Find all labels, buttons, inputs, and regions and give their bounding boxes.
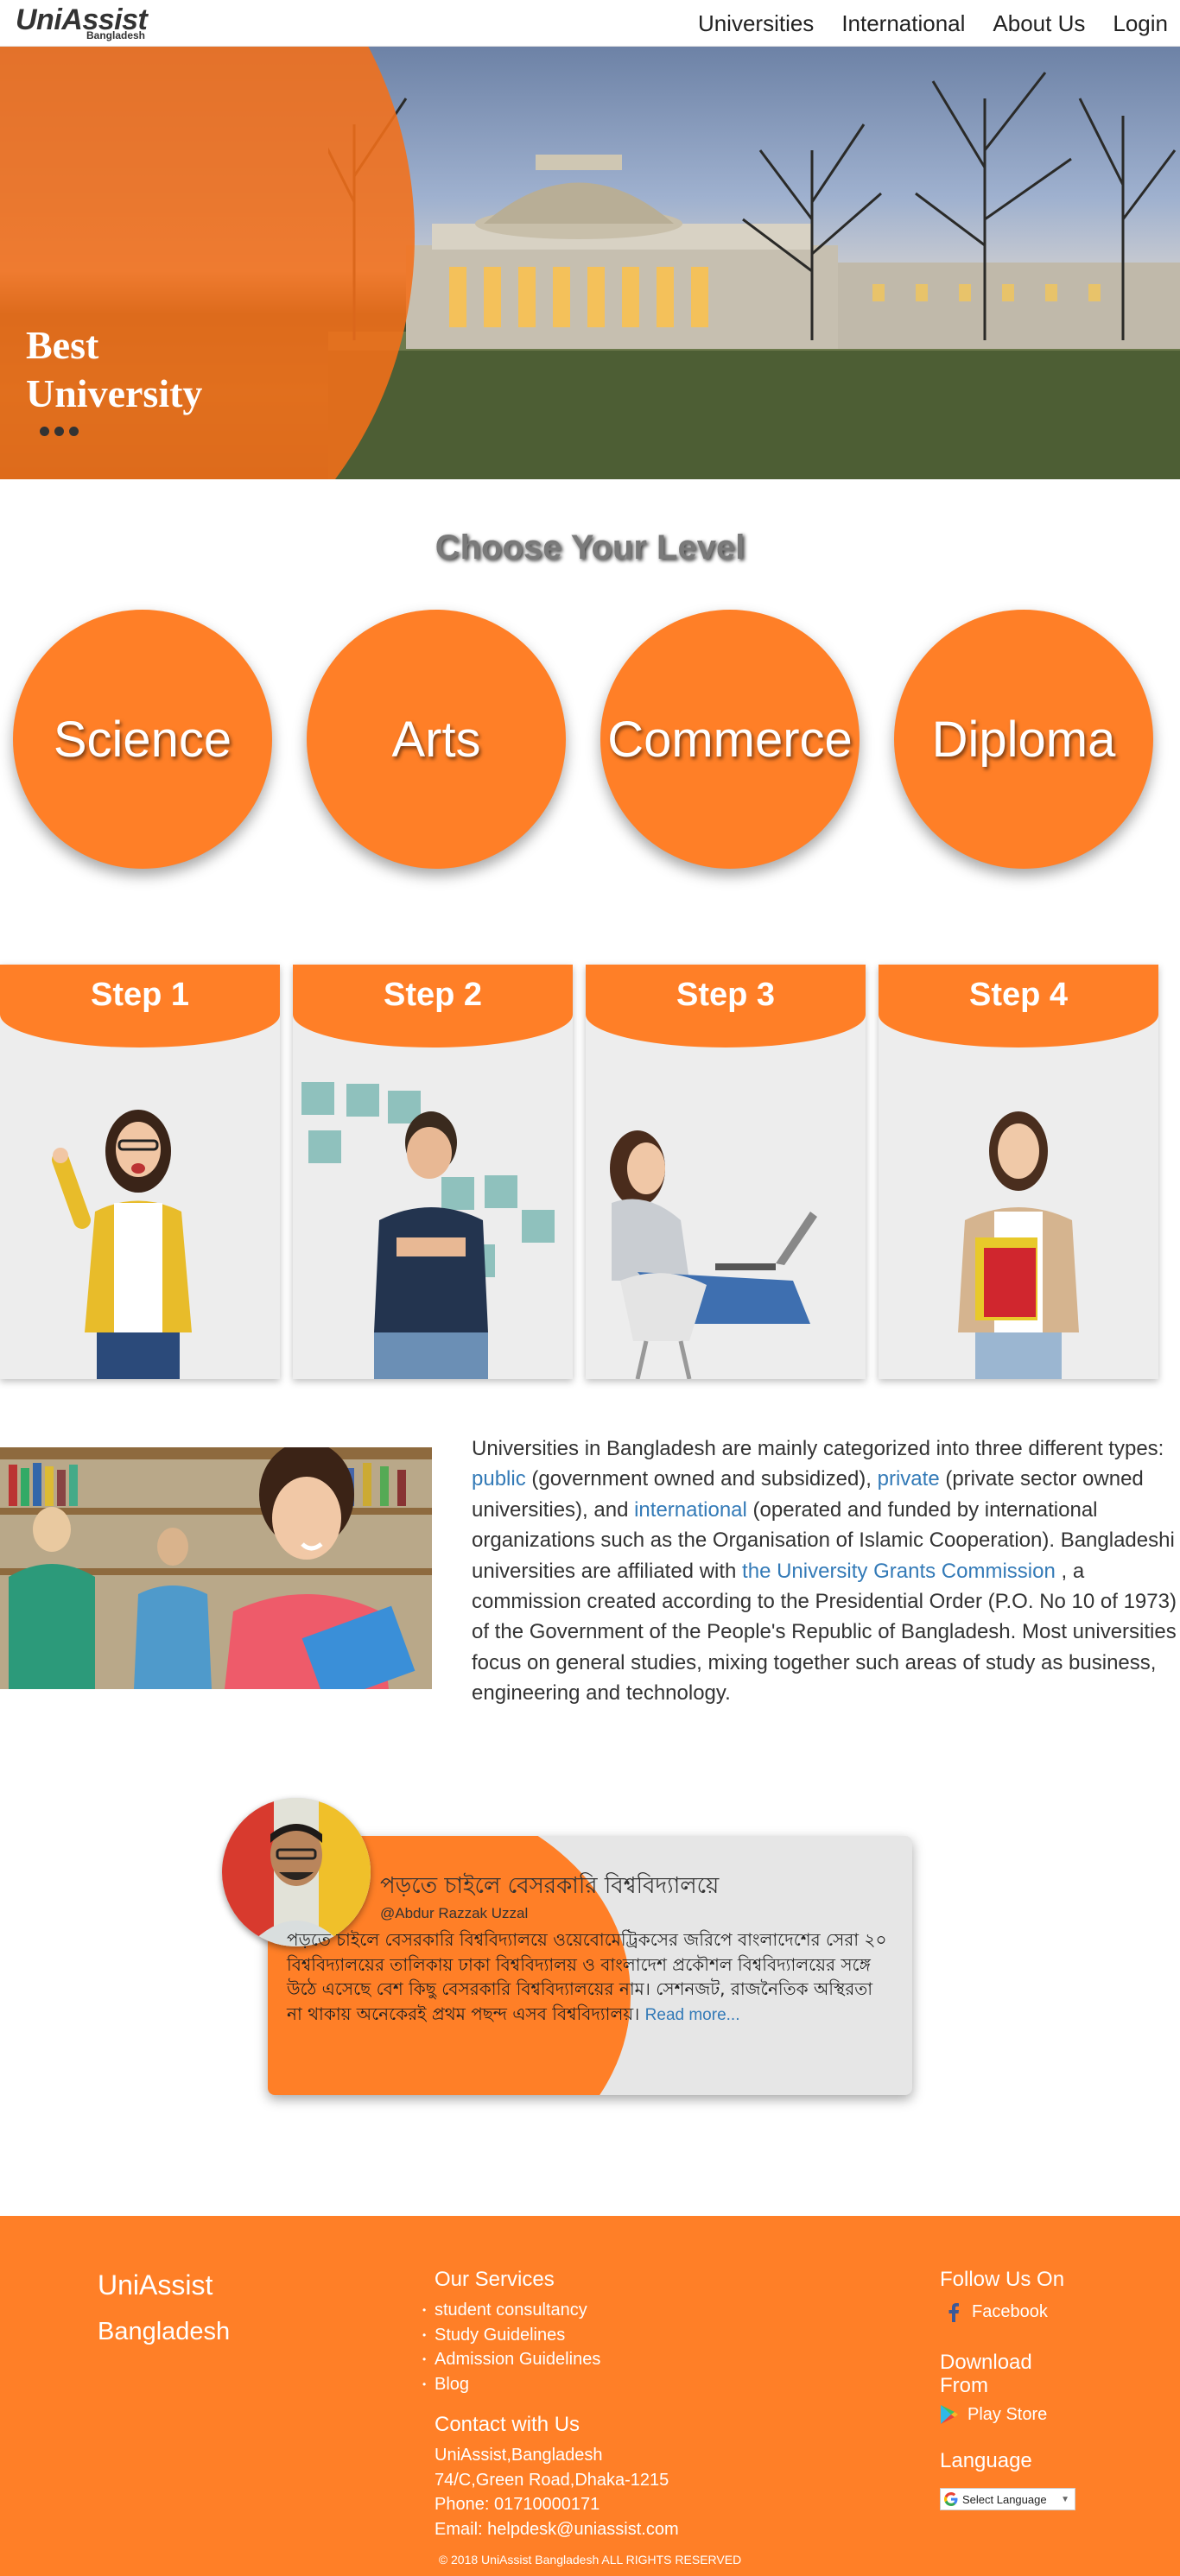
level-label: Diploma xyxy=(931,711,1116,768)
link-public[interactable]: public xyxy=(472,1467,526,1491)
nav-link-about-us[interactable]: About Us xyxy=(993,10,1085,37)
carousel-dot[interactable] xyxy=(40,427,49,436)
level-button-diploma[interactable]: Diploma xyxy=(894,610,1153,869)
copyright: © 2018 UniAssist Bangladesh ALL RIGHTS R… xyxy=(438,2553,742,2567)
language-select[interactable]: Select Language ▼ xyxy=(940,2488,1075,2510)
site-logo[interactable]: UniAssist Bangladesh xyxy=(16,3,167,43)
link-private[interactable]: private xyxy=(878,1467,940,1491)
step-label: Step 2 xyxy=(383,977,483,1013)
facebook-icon xyxy=(948,2302,959,2322)
universities-description: Universities in Bangladesh are mainly ca… xyxy=(472,1437,1177,1706)
carousel-indicators xyxy=(40,427,79,436)
students-library-photo xyxy=(0,1447,432,1689)
article-excerpt: পড়তে চাইলে বেসরকারি বিশ্ববিদ্যালয়ে ওয়… xyxy=(287,1929,887,2024)
level-section-title: Choose Your Level xyxy=(435,528,745,566)
google-g-icon xyxy=(944,2492,958,2506)
step-card-3[interactable]: Step 3 xyxy=(586,965,866,1379)
footer-brand-name: UniAssist xyxy=(98,2269,213,2301)
nav-links: Universities International About Us Logi… xyxy=(698,10,1168,37)
contact-info: UniAssist,Bangladesh 74/C,Green Road,Dha… xyxy=(435,2443,679,2541)
navbar: UniAssist Bangladesh Universities Intern… xyxy=(0,0,1180,47)
service-link[interactable]: student consultancy xyxy=(422,2298,600,2323)
services-list: student consultancy Study Guidelines Adm… xyxy=(422,2298,600,2397)
link-ugc[interactable]: the University Grants Commission xyxy=(742,1560,1056,1583)
link-international[interactable]: international xyxy=(634,1498,747,1522)
service-link[interactable]: Study Guidelines xyxy=(422,2323,600,2348)
step-4-illustration xyxy=(958,1111,1079,1379)
follow-heading: Follow Us On xyxy=(940,2268,1065,2291)
hero-campus-image xyxy=(328,72,1180,479)
play-store-icon xyxy=(941,2405,958,2424)
play-store-link[interactable]: Play Store xyxy=(940,2404,1047,2425)
service-link[interactable]: Admission Guidelines xyxy=(422,2347,600,2372)
dropdown-arrow-icon: ▼ xyxy=(1061,2494,1069,2504)
step-1-illustration xyxy=(52,1110,192,1379)
nav-link-universities[interactable]: Universities xyxy=(698,10,814,37)
step-label: Step 4 xyxy=(968,977,1069,1013)
contact-phone: Phone: 01710000171 xyxy=(435,2495,600,2514)
level-label: Commerce xyxy=(607,711,853,768)
hero-title-line1: Best xyxy=(26,323,99,367)
nav-link-international[interactable]: International xyxy=(841,10,965,37)
step-card-4[interactable]: Step 4 xyxy=(879,965,1158,1379)
contact-heading: Contact with Us xyxy=(435,2413,580,2436)
facebook-link[interactable]: Facebook xyxy=(948,2302,1048,2322)
level-button-science[interactable]: Science xyxy=(13,610,272,869)
article-author: @Abdur Razzak Uzzal xyxy=(380,1905,529,1921)
article-title[interactable]: পড়তে চাইলে বেসরকারি বিশ্ববিদ্যালয়ে xyxy=(380,1868,719,1906)
carousel-dot[interactable] xyxy=(54,427,64,436)
facebook-label: Facebook xyxy=(972,2302,1048,2321)
footer: UniAssist Bangladesh Our Services studen… xyxy=(0,2216,1180,2576)
services-heading: Our Services xyxy=(435,2268,555,2291)
author-avatar xyxy=(222,1798,371,1946)
hero-title-line2: University xyxy=(26,371,203,415)
step-label: Step 3 xyxy=(676,977,776,1013)
hero-banner: Best University xyxy=(0,47,1180,479)
contact-email: Email: helpdesk@uniassist.com xyxy=(435,2519,679,2539)
nav-link-login[interactable]: Login xyxy=(1113,10,1168,37)
play-store-label: Play Store xyxy=(967,2404,1048,2424)
download-heading: Download From xyxy=(940,2351,1032,2397)
service-link[interactable]: Blog xyxy=(422,2372,600,2397)
hero-title: Best University xyxy=(26,321,202,418)
level-label: Science xyxy=(53,711,232,768)
step-label: Step 1 xyxy=(90,977,190,1013)
step-3-illustration xyxy=(610,1130,817,1379)
carousel-dot[interactable] xyxy=(69,427,79,436)
level-label: Arts xyxy=(391,711,481,768)
language-select-label: Select Language xyxy=(962,2492,1047,2506)
level-button-commerce[interactable]: Commerce xyxy=(600,610,860,869)
level-button-arts[interactable]: Arts xyxy=(307,610,566,869)
read-more-link[interactable]: Read more... xyxy=(645,2006,740,2024)
step-card-1[interactable]: Step 1 xyxy=(0,965,280,1379)
step-card-2[interactable]: Step 2 xyxy=(293,965,573,1379)
contact-company: UniAssist,Bangladesh xyxy=(435,2446,603,2465)
footer-brand-country: Bangladesh xyxy=(98,2318,231,2345)
step-2-illustration xyxy=(301,1082,555,1379)
language-heading: Language xyxy=(940,2449,1032,2472)
logo-subtitle: Bangladesh xyxy=(86,29,146,41)
contact-address: 74/C,Green Road,Dhaka-1215 xyxy=(435,2470,669,2490)
